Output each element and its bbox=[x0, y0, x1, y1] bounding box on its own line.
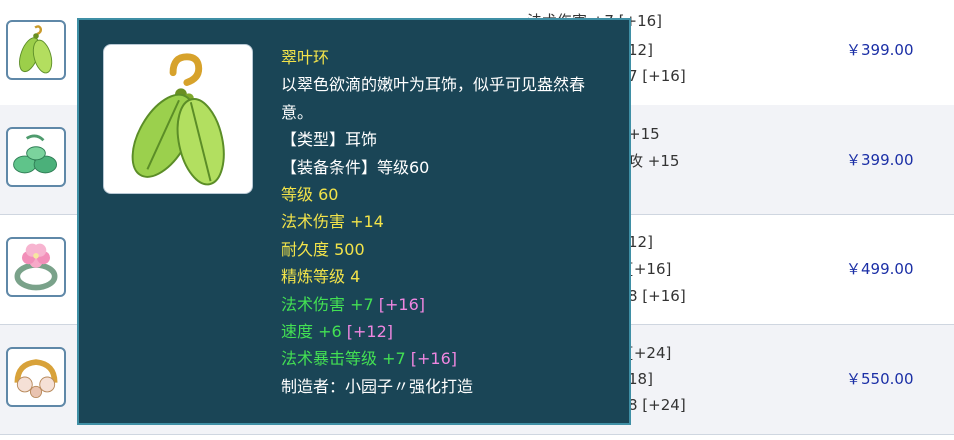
row-attr-line: 12] bbox=[628, 233, 653, 251]
bonus-stat-extra: [+16] bbox=[378, 294, 426, 314]
bonus-stat: 法术暴击等级 +7 [+16] bbox=[281, 345, 621, 372]
row-attr-line: 8 [+16] bbox=[628, 287, 686, 305]
price-label: ￥499.00 bbox=[846, 260, 914, 278]
leaf-earring-icon[interactable] bbox=[6, 20, 66, 80]
bonus-stat-extra: [+12] bbox=[346, 322, 394, 342]
gold-pearl-earring-icon[interactable] bbox=[6, 347, 66, 407]
row-attr-line: 8 [+24] bbox=[628, 396, 686, 414]
tooltip-text: 翠叶环 以翠色欲滴的嫩叶为耳饰，似乎可见盎然春意。 【类型】耳饰 【装备条件】等… bbox=[281, 44, 621, 400]
item-description: 以翠色欲滴的嫩叶为耳饰，似乎可见盎然春意。 bbox=[281, 75, 586, 122]
price-label: ￥399.00 bbox=[846, 41, 914, 59]
item-type: 【类型】耳饰 bbox=[281, 130, 378, 150]
stat-magic-damage: 法术伤害 +14 bbox=[281, 212, 384, 232]
row-attr-line: 攻 +15 bbox=[628, 152, 680, 170]
jade-leaf-earring-icon[interactable] bbox=[6, 127, 66, 187]
row-attr-line: 12] bbox=[628, 41, 653, 59]
bonus-stat-text: 法术伤害 +7 bbox=[281, 294, 374, 314]
row-attr-line: 18] bbox=[628, 370, 653, 388]
price-label: ￥399.00 bbox=[846, 151, 914, 169]
bonus-stat: 法术伤害 +7 [+16] bbox=[281, 291, 621, 318]
row-attr-line: [+16] bbox=[628, 260, 672, 278]
stat-durability: 耐久度 500 bbox=[281, 239, 365, 259]
row-attr-line: +15 bbox=[628, 125, 660, 143]
item-tooltip: 翠叶环 以翠色欲滴的嫩叶为耳饰，似乎可见盎然春意。 【类型】耳饰 【装备条件】等… bbox=[77, 18, 631, 425]
pink-flower-ring-icon[interactable] bbox=[6, 237, 66, 297]
item-requirement: 【装备条件】等级60 bbox=[281, 157, 430, 177]
stat-refine-level: 精炼等级 4 bbox=[281, 267, 361, 287]
price-label: ￥550.00 bbox=[846, 370, 914, 388]
bonus-stat-extra: [+16] bbox=[410, 349, 458, 369]
item-name: 翠叶环 bbox=[281, 48, 330, 67]
bonus-stat: 速度 +6 [+12] bbox=[281, 318, 621, 345]
row-attr-line: 7 [+16] bbox=[628, 67, 686, 85]
leaf-earring-icon bbox=[103, 44, 253, 194]
bonus-stat-text: 法术暴击等级 +7 bbox=[281, 349, 406, 369]
stat-level: 等级 60 bbox=[281, 185, 339, 205]
bonus-stat-text: 速度 +6 bbox=[281, 322, 342, 342]
item-maker: 制造者：小园子〃强化打造 bbox=[281, 376, 474, 396]
row-attr-line: [+24] bbox=[628, 344, 672, 362]
